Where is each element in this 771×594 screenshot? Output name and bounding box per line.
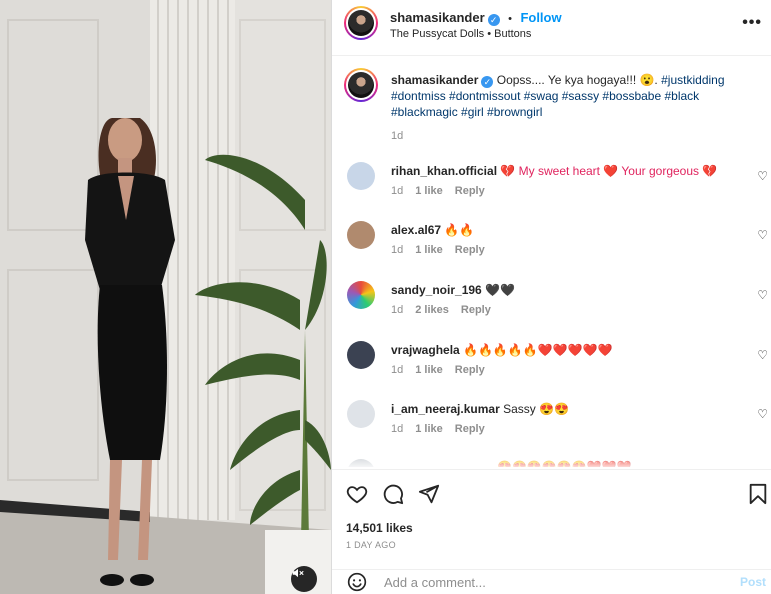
comment-time: 1d — [391, 423, 404, 435]
reply-button[interactable]: Reply — [455, 185, 485, 197]
post-date: 1 DAY AGO — [346, 540, 396, 550]
reply-button[interactable]: Reply — [455, 364, 485, 376]
comment-composer: Post — [332, 569, 771, 594]
caption-avatar[interactable] — [344, 68, 378, 102]
comment-bubble-icon[interactable] — [382, 483, 404, 505]
audio-track-link[interactable]: The Pussycat Dolls • Buttons — [390, 28, 531, 40]
follow-button[interactable]: Follow — [520, 10, 561, 25]
comment-likes[interactable]: 1 like — [415, 423, 443, 435]
comment-item: i_am_neeraj.kumar Sassy 😍😍 1d 1 like Reply… — [332, 398, 771, 448]
post-header: shamasikander ✓ • Follow The Pussycat Dol… — [332, 0, 771, 56]
comment-item: alex.al67 🔥🔥 1d 1 like Reply ♡ — [332, 219, 771, 269]
comment-username[interactable]: i_am_neeraj.kumar — [391, 402, 500, 416]
photo-illustration — [0, 0, 331, 594]
mute-button[interactable] — [291, 566, 317, 592]
smiley-face-icon[interactable] — [347, 572, 367, 592]
post-actions: 14,501 likes 1 DAY AGO — [332, 469, 771, 569]
reply-button[interactable]: Reply — [455, 244, 485, 256]
comment-like-heart-icon[interactable]: ♡ — [757, 348, 768, 362]
comment-time: 1d — [391, 364, 404, 376]
verified-badge-icon: ✓ — [487, 14, 500, 26]
comment-item: sandy_noir_196 🖤🖤 1d 2 likes Reply ♡ — [332, 279, 771, 329]
more-options-icon[interactable]: ••• — [742, 14, 762, 32]
post-view: shamasikander ✓ • Follow The Pussycat Dol… — [0, 0, 771, 594]
comment-text: 🔥🔥🔥🔥🔥❤️❤️❤️❤️❤️ — [463, 343, 613, 357]
comment-like-heart-icon[interactable]: ♡ — [757, 407, 768, 421]
comment-username[interactable]: sandy_noir_196 — [391, 283, 482, 297]
post-comment-button[interactable]: Post — [740, 575, 766, 589]
comment-text: 🖤🖤 — [485, 283, 515, 297]
comment-avatar[interactable] — [347, 221, 375, 249]
comment-item: rihan_khan.official 💔 My sweet heart ❤️ … — [332, 160, 771, 210]
comment-text: 💔 My sweet heart ❤️ Your gorgeous 💔 — [500, 164, 718, 178]
caption: shamasikander ✓ Oopss.... Ye kya hogaya!!… — [332, 66, 771, 146]
comment-avatar[interactable] — [347, 281, 375, 309]
author-avatar[interactable] — [344, 6, 378, 40]
caption-text: Oopss.... Ye kya hogaya!!! 😮. — [496, 73, 658, 87]
muted-speaker-icon — [292, 568, 304, 578]
like-count[interactable]: 14,501 likes — [346, 521, 413, 535]
comment-text: Sassy 😍😍 — [503, 402, 569, 416]
comments-list[interactable]: shamasikander ✓ Oopss.... Ye kya hogaya!!… — [332, 57, 771, 467]
comment-avatar[interactable] — [347, 341, 375, 369]
comment-like-heart-icon[interactable]: ♡ — [757, 228, 768, 242]
comment-time: 1d — [391, 304, 404, 316]
paper-plane-icon[interactable] — [418, 483, 440, 505]
post-side-panel: shamasikander ✓ • Follow The Pussycat Dol… — [331, 0, 771, 594]
post-photo[interactable] — [0, 0, 331, 594]
comment-username[interactable]: vrajwaghela — [391, 343, 460, 357]
comment-time: 1d — [391, 244, 404, 256]
comment-avatar[interactable] — [347, 400, 375, 428]
comment-like-heart-icon[interactable]: ♡ — [757, 169, 768, 183]
comment-item: vrajwaghela 🔥🔥🔥🔥🔥❤️❤️❤️❤️❤️ 1d 1 like Repl… — [332, 339, 771, 389]
comment-input[interactable] — [382, 574, 716, 591]
comment-time: 1d — [391, 185, 404, 197]
separator: • — [508, 13, 512, 25]
comment-likes[interactable]: 1 like — [415, 364, 443, 376]
reply-button[interactable]: Reply — [461, 304, 491, 316]
comment-likes[interactable]: 1 like — [415, 244, 443, 256]
reply-button[interactable]: Reply — [455, 423, 485, 435]
author-username[interactable]: shamasikander — [390, 10, 485, 25]
comment-username[interactable]: rihan_khan.official — [391, 164, 497, 178]
comment-like-heart-icon[interactable]: ♡ — [757, 288, 768, 302]
heart-outline-icon[interactable] — [346, 483, 368, 505]
comments-fade — [332, 455, 771, 467]
bookmark-icon[interactable] — [748, 483, 768, 505]
caption-time: 1d — [391, 130, 404, 142]
comment-username[interactable]: alex.al67 — [391, 223, 441, 237]
comment-likes[interactable]: 2 likes — [415, 304, 449, 316]
verified-badge-icon: ✓ — [481, 76, 494, 88]
comment-avatar[interactable] — [347, 162, 375, 190]
comment-likes[interactable]: 1 like — [415, 185, 443, 197]
caption-username[interactable]: shamasikander — [391, 73, 478, 87]
comment-text: 🔥🔥 — [444, 223, 475, 237]
